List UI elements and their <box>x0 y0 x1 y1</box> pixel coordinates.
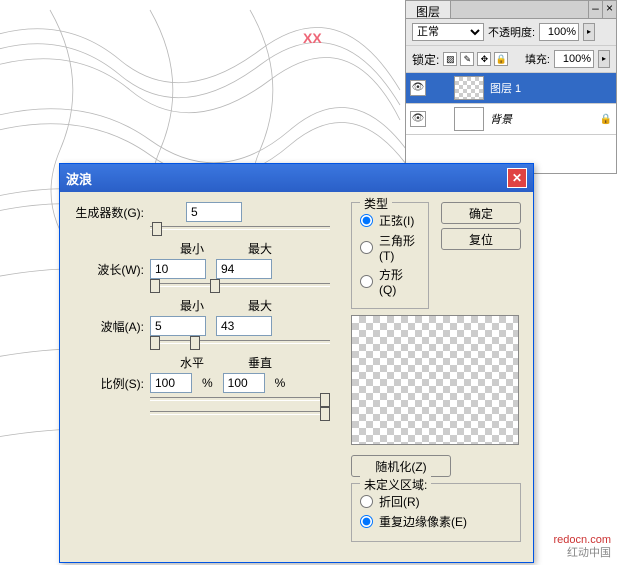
layer-thumbnail[interactable] <box>454 107 484 131</box>
fill-label: 填充: <box>525 51 550 67</box>
lock-label: 锁定: <box>412 51 439 68</box>
preview-box <box>351 315 519 445</box>
ok-button[interactable]: 确定 <box>441 202 521 224</box>
scale-vert-slider[interactable] <box>150 411 330 415</box>
close-icon[interactable]: ✕ <box>507 168 527 188</box>
dialog-titlebar[interactable]: 波浪 ✕ <box>60 164 533 192</box>
undef-wrap-radio[interactable] <box>360 495 373 508</box>
max-label: 最大 <box>248 297 272 314</box>
lock-all-icon[interactable]: 🔒 <box>494 52 508 66</box>
min-label: 最小 <box>180 240 204 257</box>
lock-pixels-icon[interactable]: ✎ <box>460 52 474 66</box>
type-triangle-radio[interactable] <box>360 241 373 254</box>
footer-watermark: redocn.com 红动中国 <box>554 534 611 560</box>
fill-input[interactable] <box>554 50 594 68</box>
wave-dialog: 波浪 ✕ 生成器数(G): 最小 最大 波长(W): <box>59 163 534 563</box>
lock-icon: 🔒 <box>600 114 612 125</box>
layer-item[interactable]: 👁 背景 🔒 <box>406 104 616 135</box>
type-sine-label: 正弦(I) <box>379 212 414 229</box>
generators-slider[interactable] <box>150 226 330 230</box>
opacity-input[interactable] <box>539 23 579 41</box>
visibility-icon[interactable]: 👁 <box>410 80 426 96</box>
layer-thumbnail[interactable] <box>454 76 484 100</box>
wavelength-max-input[interactable] <box>216 259 272 279</box>
undef-repeat-label: 重复边缘像素(E) <box>379 513 467 530</box>
amplitude-min-input[interactable] <box>150 316 206 336</box>
scale-vert-input[interactable] <box>223 373 265 393</box>
lock-transparency-icon[interactable]: ▨ <box>443 52 457 66</box>
undef-group-title: 未定义区域: <box>360 476 431 493</box>
wavelength-slider[interactable] <box>150 283 330 287</box>
panel-close-icon[interactable]: × <box>602 1 616 18</box>
wavelength-label: 波长(W): <box>72 261 144 278</box>
percent-label: % <box>202 376 213 390</box>
blend-mode-select[interactable]: 正常 <box>412 23 484 41</box>
type-square-label: 方形(Q) <box>379 266 420 297</box>
horiz-label: 水平 <box>180 354 204 371</box>
layer-item[interactable]: 👁 图层 1 <box>406 73 616 104</box>
amplitude-slider[interactable] <box>150 340 330 344</box>
scale-horiz-input[interactable] <box>150 373 192 393</box>
fill-arrow-icon[interactable]: ▸ <box>598 50 610 68</box>
wavelength-min-input[interactable] <box>150 259 206 279</box>
opacity-arrow-icon[interactable]: ▸ <box>583 23 595 41</box>
min-label: 最小 <box>180 297 204 314</box>
type-sine-radio[interactable] <box>360 214 373 227</box>
amplitude-max-input[interactable] <box>216 316 272 336</box>
undef-repeat-radio[interactable] <box>360 515 373 528</box>
scale-horiz-slider[interactable] <box>150 397 330 401</box>
type-triangle-label: 三角形 (T) <box>379 232 420 263</box>
type-group-title: 类型 <box>360 195 392 212</box>
generators-label: 生成器数(G): <box>72 204 144 221</box>
lock-position-icon[interactable]: ✥ <box>477 52 491 66</box>
reset-button[interactable]: 复位 <box>441 228 521 250</box>
layer-list: 👁 图层 1 👁 背景 🔒 <box>406 73 616 173</box>
layers-panel: 图层 – × 正常 不透明度: ▸ 锁定: ▨ ✎ ✥ 🔒 填充: ▸ 👁 图层… <box>405 0 617 174</box>
scale-label: 比例(S): <box>72 375 144 392</box>
undef-wrap-label: 折回(R) <box>379 493 420 510</box>
opacity-label: 不透明度: <box>488 24 535 40</box>
visibility-icon[interactable]: 👁 <box>410 111 426 127</box>
randomize-button[interactable]: 随机化(Z) <box>351 455 451 477</box>
vert-label: 垂直 <box>248 354 272 371</box>
generators-input[interactable] <box>186 202 242 222</box>
dialog-title: 波浪 <box>66 169 507 188</box>
amplitude-label: 波幅(A): <box>72 318 144 335</box>
layer-name[interactable]: 背景 <box>490 111 594 127</box>
panel-minimize-icon[interactable]: – <box>588 1 602 18</box>
layer-name[interactable]: 图层 1 <box>490 80 612 96</box>
watermark-text: XX <box>303 30 322 46</box>
percent-label: % <box>275 376 286 390</box>
max-label: 最大 <box>248 240 272 257</box>
tab-layers[interactable]: 图层 <box>406 1 451 18</box>
type-square-radio[interactable] <box>360 275 373 288</box>
